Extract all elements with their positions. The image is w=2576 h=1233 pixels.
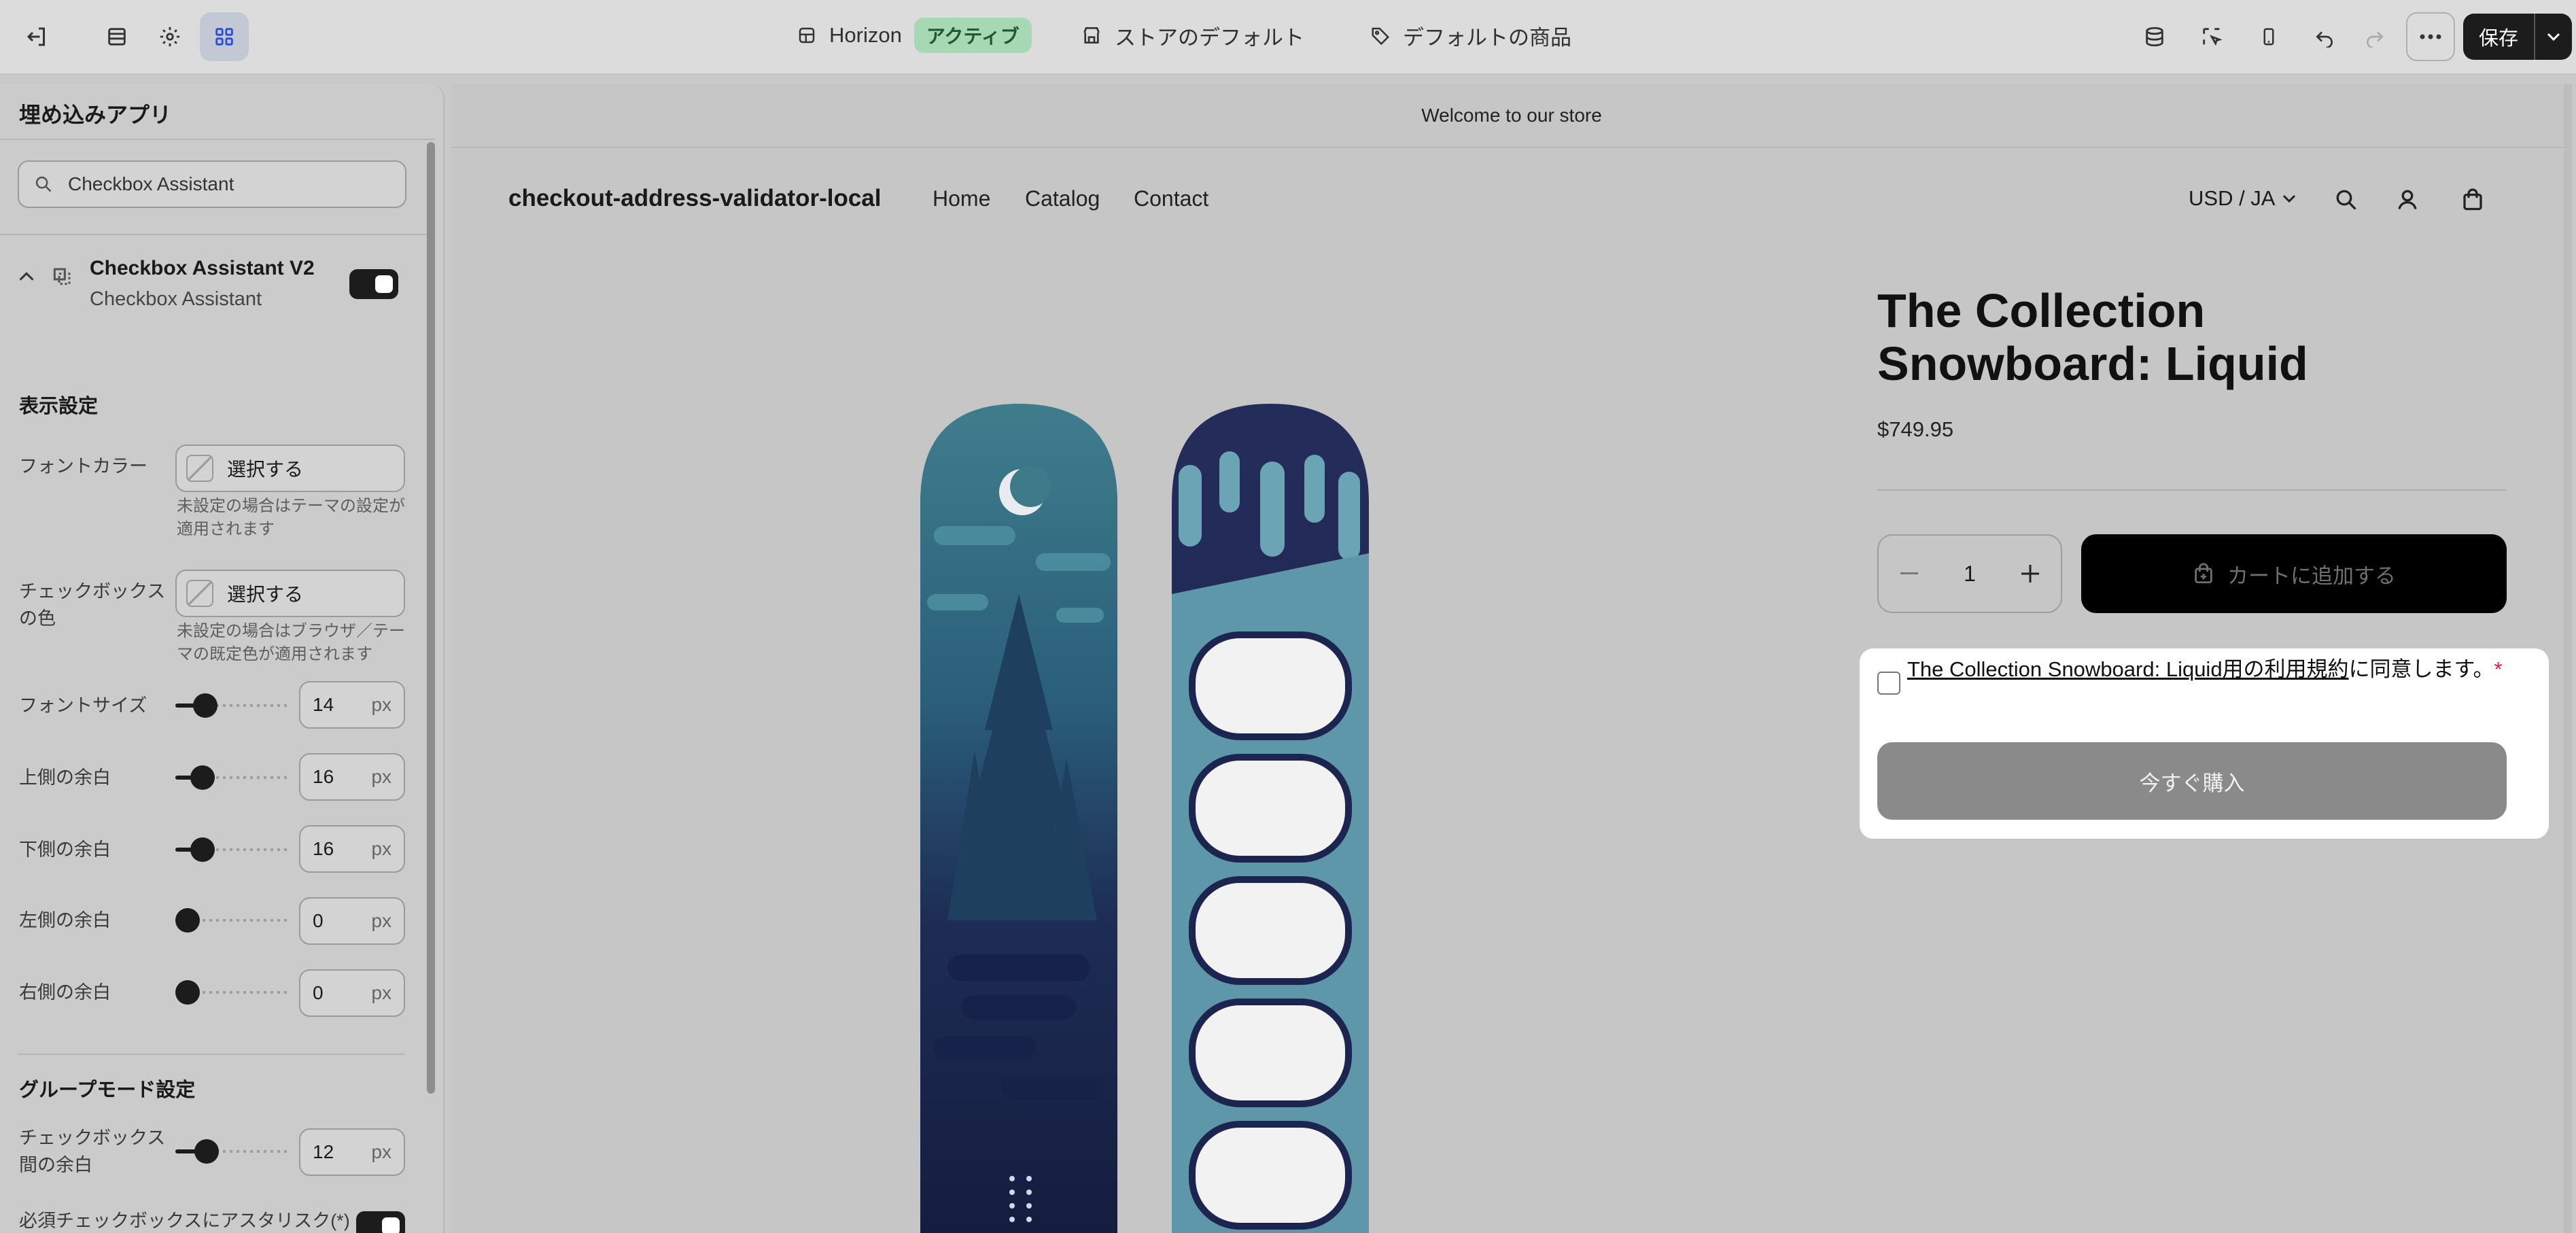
redo-icon[interactable] — [2350, 12, 2399, 61]
required-asterisk: * — [2494, 657, 2503, 681]
checkbox-spacing-label: チェックボックス間の余白 — [19, 1128, 166, 1175]
app-enabled-toggle[interactable] — [349, 269, 398, 299]
checkbox-color-button-label: 選択する — [227, 584, 304, 605]
empty-swatch-icon — [186, 580, 213, 607]
layout-icon — [797, 25, 817, 46]
nav-home[interactable]: Home — [933, 186, 990, 211]
sections-icon[interactable] — [92, 12, 141, 61]
undo-icon[interactable] — [2300, 12, 2349, 61]
display-settings-title: 表示設定 — [19, 396, 99, 417]
checkbox-spacing-slider[interactable] — [175, 1138, 288, 1165]
currency-label: USD / JA — [2189, 186, 2276, 210]
font-size-label: フォントサイズ — [19, 695, 147, 716]
empty-swatch-icon — [186, 455, 213, 482]
store-logo-text[interactable]: checkout-address-validator-local — [508, 185, 882, 212]
cart-plus-icon — [2192, 562, 2215, 585]
top-margin-label: 上側の余白 — [19, 767, 111, 788]
save-label: 保存 — [2478, 28, 2518, 50]
terms-text: The Collection Snowboard: Liquid用の利用規約に同… — [1907, 653, 2505, 687]
inspector-icon[interactable] — [2130, 12, 2179, 61]
app-embed-item[interactable]: Checkbox Assistant V2 Checkbox Assistant — [18, 257, 412, 325]
asterisk-label: 必須チェックボックスにアスタリスク(*) — [19, 1211, 350, 1231]
terms-agree-text: に同意します。 — [2348, 657, 2494, 681]
chevron-down-icon — [2282, 194, 2297, 203]
plus-icon[interactable] — [2000, 565, 2061, 583]
chevron-down-icon[interactable] — [2535, 32, 2572, 41]
terms-checkbox[interactable] — [1877, 672, 1900, 695]
exit-icon[interactable] — [12, 12, 61, 61]
mobile-preview-icon[interactable] — [2244, 12, 2293, 61]
store-icon — [1081, 24, 1102, 46]
checkbox-color-help: 未設定の場合はブラウザ／テーマの既定色が適用されます — [177, 622, 405, 663]
template-store-selector[interactable]: ストアのデフォルト — [1081, 15, 1304, 56]
left-margin-label: 左側の余白 — [19, 910, 111, 931]
product-title: The Collection Snowboard: Liquid — [1877, 284, 2308, 390]
theme-selector[interactable]: Horizon アクティブ — [797, 15, 1032, 56]
product-default-label: デフォルトの商品 — [1403, 25, 1571, 50]
settings-gear-icon[interactable] — [145, 12, 194, 61]
store-default-label: ストアのデフォルト — [1115, 25, 1304, 50]
search-value: Checkbox Assistant — [68, 173, 234, 194]
right-margin-input[interactable]: 0 px — [299, 969, 405, 1017]
editor-topbar: Horizon アクティブ ストアのデフォルト デフォルトの商品 保存 — [0, 0, 2576, 75]
store-preview: Welcome to our store checkout-address-va… — [451, 84, 2572, 1233]
search-icon[interactable] — [2329, 182, 2364, 218]
font-size-input[interactable]: 14 px — [299, 681, 405, 729]
cart-bag-icon[interactable] — [2455, 182, 2490, 218]
font-color-button-label: 選択する — [227, 459, 304, 480]
left-margin-slider[interactable] — [175, 907, 288, 934]
add-to-cart-label: カートに追加する — [2227, 563, 2396, 588]
font-size-slider[interactable] — [175, 692, 288, 719]
app-embeds-icon[interactable] — [200, 12, 249, 61]
font-color-picker[interactable]: 選択する — [175, 445, 405, 492]
buy-now-button[interactable]: 今すぐ購入 — [1877, 742, 2507, 820]
quantity-value[interactable]: 1 — [1939, 561, 2000, 587]
asterisk-toggle[interactable] — [356, 1211, 405, 1233]
account-icon[interactable] — [2390, 182, 2425, 218]
top-margin-input[interactable]: 16 px — [299, 753, 405, 801]
currency-selector[interactable]: USD / JA — [2189, 186, 2297, 211]
checkbox-color-label: チェックボックスの色 — [19, 581, 166, 629]
right-margin-label: 右側の余白 — [19, 982, 111, 1003]
font-color-help: 未設定の場合はテーマの設定が適用されます — [177, 497, 405, 538]
announcement-bar: Welcome to our store — [451, 84, 2572, 148]
app-embeds-panel: 埋め込みアプリ Checkbox Assistant Checkbox Assi… — [0, 84, 445, 1233]
left-margin-input[interactable]: 0 px — [299, 897, 405, 945]
select-cursor-icon[interactable] — [2187, 12, 2236, 61]
app-name: Checkbox Assistant V2 — [90, 257, 315, 279]
app-block-icon — [49, 262, 76, 290]
font-color-label: フォントカラー — [19, 456, 147, 476]
product-price: $749.95 — [1877, 417, 1954, 441]
more-actions-icon[interactable] — [2406, 12, 2455, 61]
search-icon — [34, 175, 53, 194]
group-mode-title: グループモード設定 — [19, 1079, 196, 1101]
app-search-input[interactable]: Checkbox Assistant — [18, 160, 406, 208]
theme-status-badge: アクティブ — [913, 18, 1032, 53]
save-button[interactable]: 保存 — [2463, 14, 2572, 60]
app-subtitle: Checkbox Assistant — [90, 288, 262, 310]
chevron-up-icon[interactable] — [18, 271, 35, 283]
checkbox-spacing-input[interactable]: 12 px — [299, 1128, 405, 1176]
minus-icon[interactable] — [1879, 572, 1939, 575]
nav-catalog[interactable]: Catalog — [1025, 186, 1100, 211]
bottom-margin-slider[interactable] — [175, 836, 288, 863]
terms-link[interactable]: The Collection Snowboard: Liquid用の利用規約 — [1907, 657, 2349, 681]
tag-icon — [1370, 25, 1391, 46]
theme-name: Horizon — [829, 23, 902, 47]
panel-scrollbar[interactable] — [427, 142, 435, 1094]
bottom-margin-input[interactable]: 16 px — [299, 825, 405, 873]
add-to-cart-button[interactable]: カートに追加する — [2081, 534, 2507, 613]
template-product-selector[interactable]: デフォルトの商品 — [1370, 15, 1571, 56]
nav-contact[interactable]: Contact — [1134, 186, 1208, 211]
preview-scrollbar[interactable] — [2564, 84, 2572, 1233]
top-margin-slider[interactable] — [175, 764, 288, 791]
right-margin-slider[interactable] — [175, 979, 288, 1006]
quantity-stepper[interactable]: 1 — [1877, 534, 2062, 613]
panel-title: 埋め込みアプリ — [19, 103, 172, 127]
checkbox-color-picker[interactable]: 選択する — [175, 570, 405, 617]
bottom-margin-label: 下側の余白 — [19, 839, 111, 860]
product-image[interactable] — [920, 309, 1600, 1233]
